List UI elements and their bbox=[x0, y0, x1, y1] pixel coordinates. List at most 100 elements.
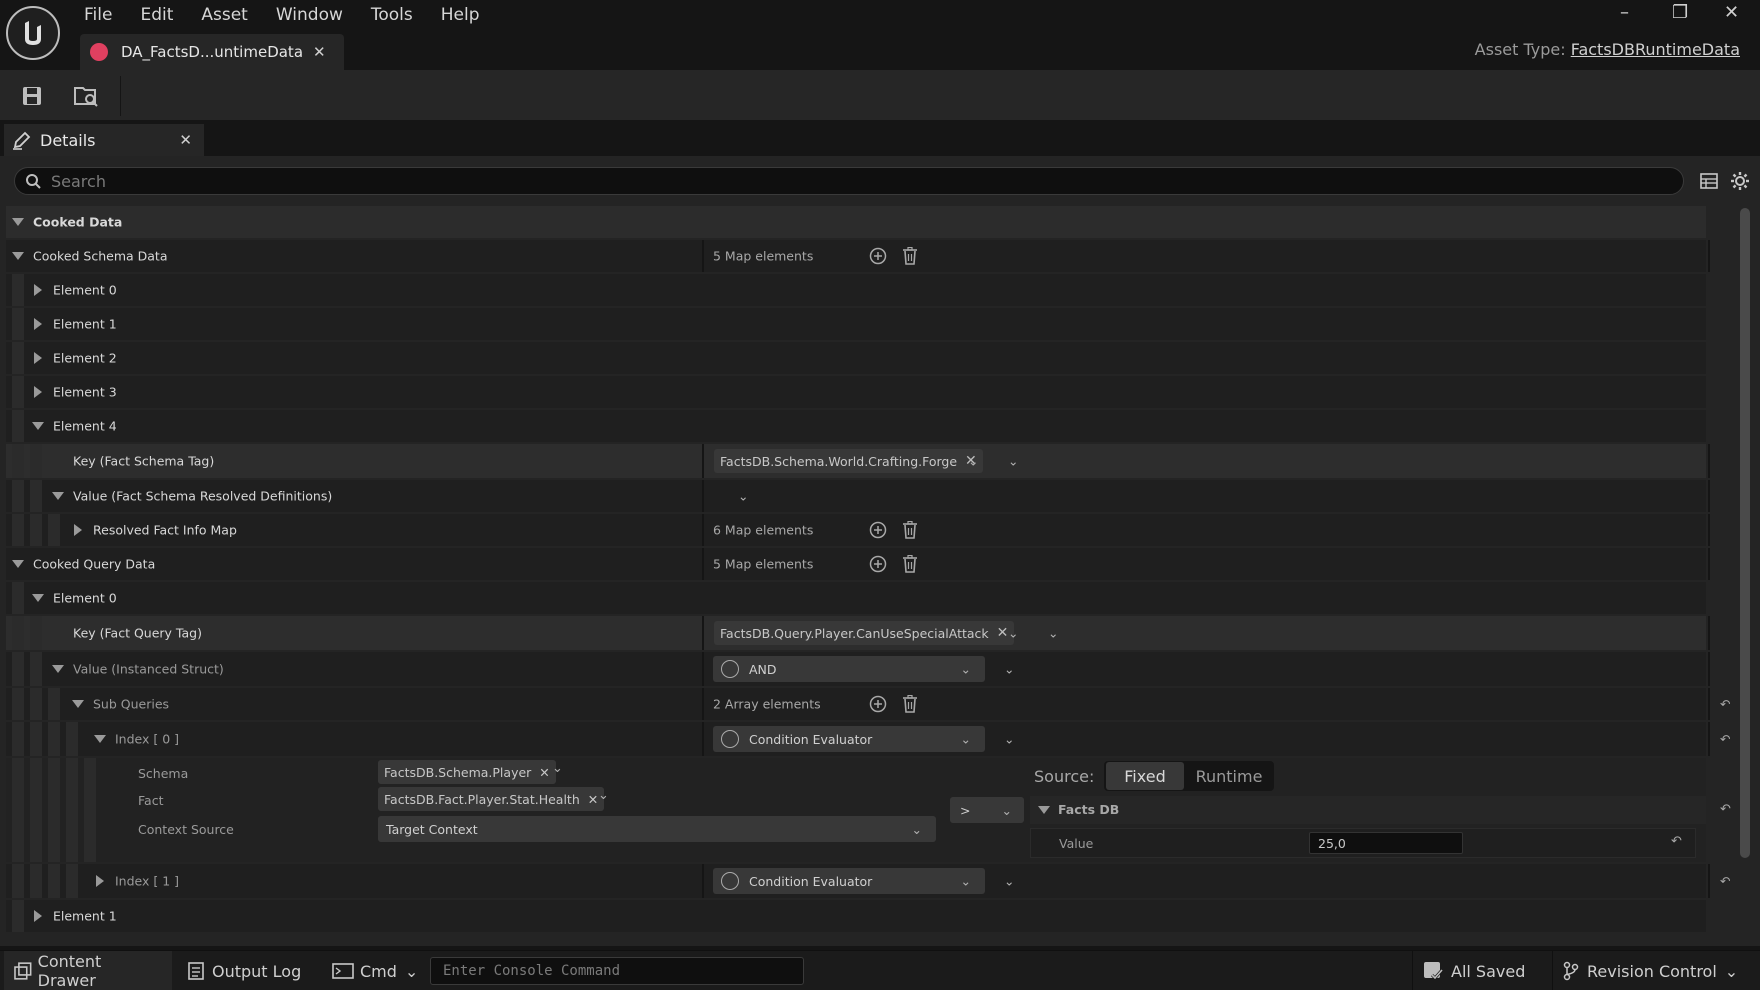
expand-arrow-icon[interactable] bbox=[34, 284, 42, 296]
clear-tag-icon[interactable]: ✕ bbox=[588, 792, 598, 807]
property-resolved-fact-info-map[interactable]: Resolved Fact Info Map 6 Map elements bbox=[6, 514, 1710, 546]
property-element-4[interactable]: Element 4 bbox=[6, 410, 1706, 442]
column-splitter[interactable] bbox=[702, 548, 704, 580]
reset-to-default-icon[interactable]: ↶ bbox=[1720, 874, 1730, 889]
gameplay-tag-pill[interactable]: FactsDB.Query.Player.CanUseSpecialAttack… bbox=[714, 621, 1015, 645]
column-splitter[interactable] bbox=[702, 240, 704, 272]
collapse-arrow-icon[interactable] bbox=[72, 700, 84, 708]
struct-type-dropdown[interactable]: Condition Evaluator ⌄ bbox=[713, 726, 985, 752]
property-value-instanced-struct[interactable]: Value (Instanced Struct) AND ⌄ ⌄ bbox=[6, 652, 1710, 686]
browse-icon[interactable] bbox=[70, 80, 102, 112]
close-tab-icon[interactable]: ✕ bbox=[313, 43, 326, 61]
document-tab[interactable]: DA_FactsD...untimeData ✕ bbox=[80, 34, 344, 70]
reset-to-default-icon[interactable]: ↶ bbox=[1671, 834, 1682, 849]
chevron-down-icon[interactable]: ⌄ bbox=[1004, 662, 1014, 677]
collapse-arrow-icon[interactable] bbox=[94, 735, 106, 743]
fact-tag-pill[interactable]: FactsDB.Fact.Player.Stat.Health ✕ bbox=[378, 787, 605, 811]
collapse-arrow-icon[interactable] bbox=[12, 560, 24, 568]
add-element-icon[interactable] bbox=[868, 694, 888, 714]
save-icon[interactable] bbox=[16, 80, 48, 112]
expand-arrow-icon[interactable] bbox=[34, 318, 42, 330]
trash-icon[interactable] bbox=[900, 694, 920, 714]
restore-icon[interactable]: ❐ bbox=[1672, 2, 1688, 23]
search-box[interactable] bbox=[14, 167, 1684, 195]
window-close-icon[interactable]: ✕ bbox=[1724, 2, 1739, 23]
struct-type-dropdown[interactable]: Condition Evaluator ⌄ bbox=[713, 868, 985, 894]
chevron-down-icon[interactable]: ⌄ bbox=[1004, 732, 1014, 747]
trash-icon[interactable] bbox=[900, 520, 920, 540]
menu-file[interactable]: File bbox=[84, 5, 112, 25]
property-query-element-1[interactable]: Element 1 bbox=[6, 900, 1706, 932]
property-key-query-tag[interactable]: Key (Fact Query Tag) FactsDB.Query.Playe… bbox=[6, 616, 1710, 650]
collapse-arrow-icon[interactable] bbox=[12, 252, 24, 260]
close-details-icon[interactable]: ✕ bbox=[179, 131, 192, 149]
add-element-icon[interactable] bbox=[868, 520, 888, 540]
trash-icon[interactable] bbox=[900, 554, 920, 574]
chevron-down-icon[interactable]: ⌄ bbox=[968, 454, 978, 469]
context-source-dropdown[interactable]: Target Context ⌄ bbox=[378, 816, 936, 842]
column-splitter[interactable] bbox=[702, 616, 704, 650]
chevron-down-icon[interactable]: ⌄ bbox=[1048, 626, 1058, 641]
minimize-icon[interactable]: – bbox=[1620, 2, 1629, 23]
property-index-0[interactable]: Index [ 0 ] Condition Evaluator ⌄ ⌄ ↶ bbox=[6, 722, 1730, 756]
chevron-down-icon[interactable]: ⌄ bbox=[552, 761, 563, 776]
collapse-arrow-icon[interactable] bbox=[52, 665, 64, 673]
all-saved-button[interactable]: All Saved bbox=[1412, 951, 1535, 990]
property-key-schema-tag[interactable]: Key (Fact Schema Tag) FactsDB.Schema.Wor… bbox=[6, 444, 1710, 478]
asset-type-link[interactable]: FactsDBRuntimeData bbox=[1571, 40, 1740, 59]
property-index-1[interactable]: Index [ 1 ] Condition Evaluator ⌄ ⌄ ↶ bbox=[6, 864, 1730, 898]
column-splitter[interactable] bbox=[702, 688, 704, 720]
property-cooked-schema-data[interactable]: Cooked Schema Data 5 Map elements bbox=[6, 240, 1710, 272]
menu-window[interactable]: Window bbox=[276, 5, 343, 25]
chevron-down-icon[interactable]: ⌄ bbox=[1004, 874, 1014, 889]
search-input[interactable] bbox=[51, 171, 1651, 191]
expand-arrow-icon[interactable] bbox=[34, 910, 42, 922]
expand-arrow-icon[interactable] bbox=[74, 524, 82, 536]
chevron-down-icon[interactable]: ⌄ bbox=[1008, 454, 1018, 469]
chevron-down-icon[interactable]: ⌄ bbox=[1008, 626, 1018, 641]
output-log-button[interactable]: Output Log bbox=[178, 951, 311, 990]
property-cooked-query-data[interactable]: Cooked Query Data 5 Map elements bbox=[6, 548, 1710, 580]
column-splitter[interactable] bbox=[702, 722, 704, 756]
source-runtime-button[interactable]: Runtime bbox=[1188, 762, 1270, 790]
property-element-0[interactable]: Element 0 bbox=[6, 274, 1706, 306]
cmd-dropdown[interactable]: Cmd ⌄ bbox=[322, 951, 428, 990]
column-splitter[interactable] bbox=[702, 514, 704, 546]
expand-arrow-icon[interactable] bbox=[96, 875, 104, 887]
menu-asset[interactable]: Asset bbox=[201, 5, 247, 25]
table-view-icon[interactable] bbox=[1700, 172, 1718, 190]
property-query-element-0[interactable]: Element 0 bbox=[6, 582, 1706, 614]
collapse-arrow-icon[interactable] bbox=[32, 594, 44, 602]
property-sub-queries[interactable]: Sub Queries 2 Array elements ↶ bbox=[6, 688, 1730, 720]
menu-help[interactable]: Help bbox=[441, 5, 480, 25]
details-scrollbar[interactable] bbox=[1740, 208, 1750, 858]
collapse-arrow-icon[interactable] bbox=[12, 218, 24, 226]
column-splitter[interactable] bbox=[702, 480, 704, 512]
column-splitter[interactable] bbox=[702, 652, 704, 686]
property-element-2[interactable]: Element 2 bbox=[6, 342, 1706, 374]
menu-edit[interactable]: Edit bbox=[140, 5, 173, 25]
property-element-1[interactable]: Element 1 bbox=[6, 308, 1706, 340]
unreal-logo-icon[interactable] bbox=[6, 6, 60, 60]
struct-type-dropdown[interactable]: AND ⌄ bbox=[713, 656, 985, 682]
column-splitter[interactable] bbox=[702, 444, 704, 478]
reset-to-default-icon[interactable]: ↶ bbox=[1720, 697, 1730, 712]
menu-tools[interactable]: Tools bbox=[371, 5, 413, 25]
facts-db-header[interactable]: Facts DB bbox=[1030, 796, 1706, 824]
add-element-icon[interactable] bbox=[868, 554, 888, 574]
revision-control-button[interactable]: Revision Control ⌄ bbox=[1552, 951, 1748, 990]
content-drawer-button[interactable]: Content Drawer bbox=[4, 951, 172, 990]
expand-arrow-icon[interactable] bbox=[34, 386, 42, 398]
column-splitter[interactable] bbox=[702, 864, 704, 898]
reset-to-default-icon[interactable]: ↶ bbox=[1720, 802, 1731, 817]
clear-tag-icon[interactable]: ✕ bbox=[997, 625, 1009, 641]
chevron-down-icon[interactable]: ⌄ bbox=[598, 788, 609, 803]
clear-tag-icon[interactable]: ✕ bbox=[539, 765, 549, 780]
property-value-schema-resolved[interactable]: Value (Fact Schema Resolved Definitions)… bbox=[6, 480, 1710, 512]
reset-to-default-icon[interactable]: ↶ bbox=[1720, 732, 1730, 747]
collapse-arrow-icon[interactable] bbox=[52, 492, 64, 500]
gameplay-tag-pill[interactable]: FactsDB.Schema.World.Crafting.Forge ✕ bbox=[714, 449, 983, 473]
trash-icon[interactable] bbox=[900, 246, 920, 266]
source-fixed-button[interactable]: Fixed bbox=[1106, 762, 1184, 790]
value-numeric-input[interactable]: 25,0 bbox=[1309, 832, 1463, 854]
